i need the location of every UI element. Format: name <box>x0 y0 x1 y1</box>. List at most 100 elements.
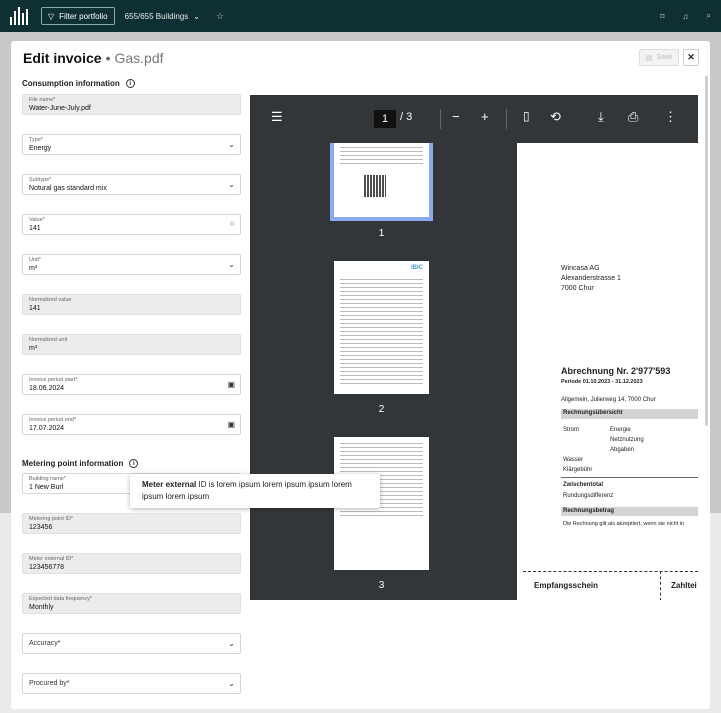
overview-heading: Rechnungsübersicht <box>563 410 623 416</box>
field-value: Energy <box>29 145 52 152</box>
field-value: 123456778 <box>29 564 65 571</box>
field-value: 141 <box>29 305 41 312</box>
filter-portfolio-label: Filter portfolio <box>59 11 108 21</box>
more-options-icon[interactable]: ⋮ <box>664 109 677 125</box>
buildings-count: 655/655 Buildings <box>124 11 189 21</box>
field-label: Expected data frequency* <box>29 596 92 602</box>
print-icon[interactable]: ⎙ <box>628 109 638 125</box>
metering-heading-text: Metering point information <box>22 459 124 468</box>
payment-part-label: Zahltei <box>671 581 697 590</box>
field-placeholder: Accuracy* <box>29 640 61 647</box>
field-label: Meter external ID* <box>29 556 74 562</box>
modal-scrollbar[interactable] <box>705 76 708 426</box>
search-icon[interactable]: ⌕ <box>707 11 711 21</box>
cut-line <box>523 571 698 572</box>
chevron-down-icon: ⌄ <box>228 639 235 648</box>
accuracy-select[interactable]: Accuracy* ⌄ <box>22 633 241 654</box>
qr-code-image <box>364 175 386 197</box>
buildings-selector[interactable]: 655/655 Buildings ⌄ <box>125 12 200 21</box>
field-label: Building name* <box>29 476 66 482</box>
save-button[interactable]: ▤ Save <box>639 49 679 66</box>
edit-invoice-modal: Edit invoice • Gas.pdf ▤ Save ✕ Consumptio… <box>11 41 710 709</box>
consumption-section-heading: Consumption information i <box>22 79 135 88</box>
chevron-down-icon: ⌄ <box>228 679 235 688</box>
zoom-out-icon[interactable]: − <box>452 109 460 124</box>
zoom-in-icon[interactable]: + <box>481 109 489 124</box>
page-thumbnail-2[interactable]: IBIC <box>334 261 429 394</box>
field-label: Invoice period start* <box>29 377 78 383</box>
modal-title-text: Edit invoice <box>23 50 102 66</box>
calendar-icon[interactable]: ▣ <box>227 420 235 429</box>
procured-by-select[interactable]: Procured by* ⌄ <box>22 673 241 694</box>
thumbnail-label: 2 <box>378 404 385 415</box>
chevron-down-icon: ⌄ <box>228 260 235 269</box>
bell-icon[interactable]: ♫ <box>683 12 689 21</box>
type-select[interactable]: Type* Energy ⌄ <box>22 134 241 155</box>
invoice-period: Periode 01.10.2023 - 31.12.2023 <box>561 379 643 385</box>
normalized-value-field: Normalized value 141 <box>22 294 241 315</box>
row-label: Zwischentotal <box>563 482 604 488</box>
field-value: 141 <box>29 225 41 232</box>
field-value: Notural gas standard mix <box>29 185 107 192</box>
toolbar-divider <box>440 109 441 129</box>
save-icon: ▤ <box>645 54 653 62</box>
thumbnail-lines <box>340 147 423 167</box>
value-input[interactable]: Value* 141 ⊗ <box>22 214 241 235</box>
subtype-select[interactable]: Subtype* Notural gas standard mix ⌄ <box>22 174 241 195</box>
field-value: m³ <box>29 345 38 352</box>
field-label: Invoice period end* <box>29 417 77 423</box>
field-value: Monthly <box>29 604 54 611</box>
chevron-down-icon: ⌄ <box>193 11 200 21</box>
row-label: Rechnungsbetrag <box>563 508 615 514</box>
field-label: Unit* <box>29 257 41 263</box>
clear-icon[interactable]: ⊗ <box>229 220 235 228</box>
unit-select[interactable]: Unit* m³ ⌄ <box>22 254 241 275</box>
modal-title: Edit invoice • Gas.pdf <box>23 50 164 66</box>
invoice-heading: Abrechnung Nr. 2'977'593 <box>561 366 671 376</box>
thumbnail-label: 1 <box>378 228 385 239</box>
toolbar-divider <box>506 109 507 129</box>
meter-external-tooltip: Meter external ID is lorem ipsum lorem i… <box>130 474 380 508</box>
info-icon[interactable]: i <box>129 459 139 468</box>
field-value: Water-June-July.pdf <box>29 105 91 112</box>
calendar-icon[interactable]: ▣ <box>227 380 235 389</box>
title-separator: • <box>105 50 111 66</box>
address-line: Alexanderstrasse 1 <box>561 275 621 282</box>
bookmark-icon[interactable]: ⌑ <box>660 12 664 21</box>
cut-line-vertical <box>660 571 661 600</box>
row-label: Strom <box>563 427 580 433</box>
field-label: Normalized unit <box>29 337 68 343</box>
row-label: Klärgebühr <box>563 467 593 473</box>
receipt-label: Empfangsschein <box>534 581 599 590</box>
app-logo-icon[interactable] <box>10 7 28 25</box>
rotate-icon[interactable]: ⟲ <box>550 109 561 125</box>
menu-icon[interactable]: ☰ <box>271 109 283 125</box>
address-line: 7000 Chur <box>561 285 594 292</box>
pdf-toolbar: ☰ 1 / 3 − + ▯ ⟲ ⤓ ⎙ ⋮ <box>250 95 698 143</box>
download-icon[interactable]: ⤓ <box>598 109 604 125</box>
address-line: Wincasa AG <box>561 265 600 272</box>
info-icon[interactable]: i <box>125 79 135 88</box>
row-label: Wasser <box>563 457 584 463</box>
chevron-down-icon: ⌄ <box>228 180 235 189</box>
normalized-unit-field: Normalized unit m³ <box>22 334 241 355</box>
invoice-period-start-input[interactable]: Invoice period start* 18.06.2024 ▣ <box>22 374 241 395</box>
field-value: 123456 <box>29 524 53 531</box>
field-label: Type* <box>29 137 44 143</box>
field-label: Normalized value <box>29 297 72 303</box>
star-icon[interactable]: ☆ <box>216 11 224 22</box>
page-number-input[interactable]: 1 <box>374 110 396 128</box>
top-navigation-bar: ▽ Filter portfolio 655/655 Buildings ⌄ ☆… <box>0 0 721 32</box>
fit-page-icon[interactable]: ▯ <box>523 109 530 123</box>
thumbnail-logo: IBIC <box>411 265 423 271</box>
thumbnail-lines <box>340 279 423 387</box>
acceptance-note: Die Rechnung gilt als akzeptiert, wenn s… <box>563 521 685 527</box>
divider-line <box>561 477 698 478</box>
close-button[interactable]: ✕ <box>683 49 699 66</box>
page-thumbnail-1[interactable] <box>334 143 429 217</box>
invoice-period-end-input[interactable]: Invoice period end* 17.07.2024 ▣ <box>22 414 241 435</box>
filter-portfolio-button[interactable]: ▽ Filter portfolio <box>41 7 115 25</box>
file-name-field: File name* Water-June-July.pdf <box>22 94 241 115</box>
save-label: Save <box>656 54 673 61</box>
invoice-location: Allgemein, Julierweg 14, 7000 Chur <box>561 397 656 403</box>
